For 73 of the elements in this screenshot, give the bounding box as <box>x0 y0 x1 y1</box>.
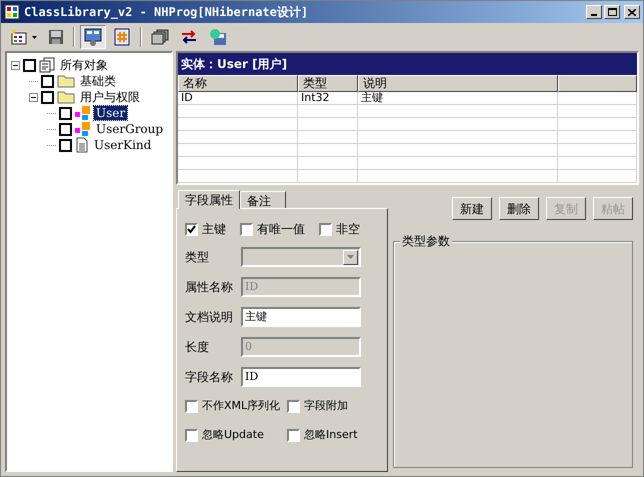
tree-item[interactable]: 基础类 <box>78 74 118 88</box>
field-label: 字段名称 <box>185 369 234 386</box>
table-cell: 主键 <box>358 92 558 104</box>
caret-icon <box>32 36 37 38</box>
disk-globe-icon <box>209 28 227 46</box>
column-header[interactable]: 类型 <box>298 75 358 92</box>
tab[interactable]: 备注 <box>240 191 286 208</box>
column-header[interactable]: 说明 <box>358 75 558 92</box>
folder-icon <box>57 74 75 88</box>
field-label: 类型 <box>185 249 210 266</box>
close-icon <box>628 8 636 16</box>
input-field[interactable]: ID <box>241 367 361 387</box>
save-icon <box>48 29 64 45</box>
window-title: ClassLibrary_v2 - NHProg[NHibernate设计] <box>24 4 308 21</box>
class-icon <box>75 105 91 121</box>
action-button[interactable]: 新建 <box>452 197 492 220</box>
tree-item[interactable]: 用户与权限 <box>78 90 142 104</box>
tree-item[interactable]: 所有对象 <box>58 58 110 72</box>
collapse-toggle[interactable] <box>11 60 20 70</box>
stacked-windows-icon <box>151 29 169 45</box>
checkbox[interactable] <box>23 58 36 72</box>
document-icon <box>75 137 89 153</box>
checkbox-label: 主键 <box>202 221 226 238</box>
checkbox-label: 非空 <box>336 221 360 238</box>
checkbox-label: 忽略Insert <box>304 427 358 444</box>
field-label: 属性名称 <box>185 279 234 296</box>
column-header[interactable]: 名称 <box>178 75 298 92</box>
input-field[interactable]: 主键 <box>241 307 361 327</box>
table-cell: ID <box>178 92 298 104</box>
app-icon <box>4 4 20 20</box>
checkbox-label: 不作XML序列化 <box>202 398 280 414</box>
class-icon <box>75 121 91 137</box>
form-icon <box>84 28 102 46</box>
checkbox[interactable] <box>319 222 332 236</box>
checkbox[interactable] <box>41 74 54 88</box>
close-button[interactable] <box>624 5 640 19</box>
minus-icon <box>31 94 36 100</box>
field-label: 长度 <box>185 339 210 356</box>
action-button[interactable]: 删除 <box>499 197 539 220</box>
field-label: 文档说明 <box>185 309 234 326</box>
dropdown-arrow-icon <box>347 255 354 259</box>
checkbox[interactable] <box>59 106 72 120</box>
maximize-icon <box>608 8 616 16</box>
tree-item[interactable]: User <box>94 106 128 120</box>
minimize-icon <box>591 14 597 16</box>
tree-item[interactable]: UserGroup <box>94 122 166 136</box>
toolbar-button[interactable] <box>80 25 106 49</box>
hash-document-icon <box>113 28 131 46</box>
checkbox[interactable] <box>59 138 72 152</box>
minimize-button[interactable] <box>586 5 602 19</box>
checkbox-label: 有唯一值 <box>257 221 305 238</box>
checkbox[interactable] <box>41 90 54 104</box>
checkbox-label: 字段附加 <box>304 398 348 414</box>
checkbox[interactable] <box>287 429 300 442</box>
checkbox[interactable] <box>185 429 198 442</box>
table-cell: Int32 <box>298 92 358 104</box>
checkbox[interactable] <box>240 222 253 236</box>
checkbox-label: 忽略Update <box>202 427 264 444</box>
maximize-button[interactable] <box>604 5 620 19</box>
entity-header: 实体：User [用户] <box>178 53 637 75</box>
swap-arrows-icon <box>180 29 198 45</box>
checkbox[interactable] <box>59 122 72 136</box>
minus-icon <box>13 62 18 68</box>
checkbox[interactable] <box>185 222 198 236</box>
tab[interactable]: 字段属性 <box>178 190 240 209</box>
folder-icon <box>57 90 75 104</box>
checkbox[interactable] <box>287 400 300 413</box>
checkbox[interactable] <box>185 400 198 413</box>
group-title: 类型参数 <box>400 233 452 249</box>
grid-icon <box>11 29 29 45</box>
tree-item[interactable]: UserKind <box>92 138 154 152</box>
collapse-toggle[interactable] <box>29 92 38 102</box>
document-stack-icon <box>39 57 55 73</box>
